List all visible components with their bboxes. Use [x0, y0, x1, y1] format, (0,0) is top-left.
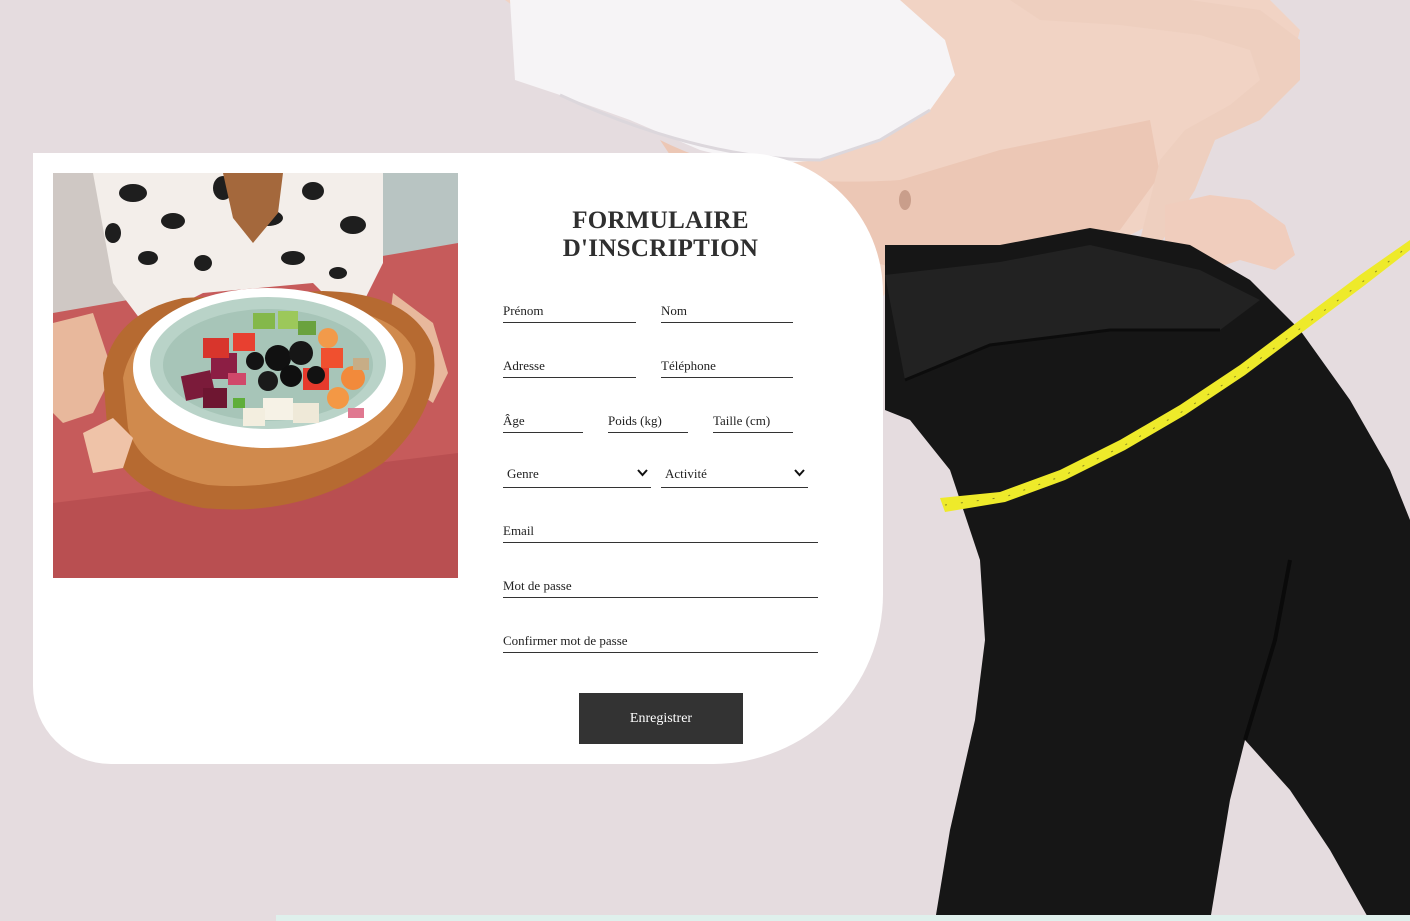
bottom-strip [276, 915, 1410, 921]
salad-bowl-image [53, 173, 458, 578]
register-button[interactable]: Enregistrer [579, 693, 743, 744]
telephone-input[interactable] [661, 354, 793, 377]
confirm-password-field[interactable] [503, 629, 818, 653]
telephone-field[interactable] [661, 354, 793, 378]
registration-form: FORMULAIRE D'INSCRIPTION Genre [503, 153, 833, 764]
prenom-input[interactable] [503, 299, 636, 322]
age-input[interactable] [503, 409, 583, 432]
adresse-field[interactable] [503, 354, 636, 378]
email-field[interactable] [503, 519, 818, 543]
genre-select[interactable]: Genre [503, 462, 651, 488]
password-input[interactable] [503, 574, 818, 597]
taille-input[interactable] [713, 409, 793, 432]
poids-input[interactable] [608, 409, 688, 432]
food-photo [53, 173, 458, 578]
age-field[interactable] [503, 409, 583, 433]
chevron-down-icon [637, 469, 648, 477]
password-field[interactable] [503, 574, 818, 598]
nom-input[interactable] [661, 299, 793, 322]
adresse-input[interactable] [503, 354, 636, 377]
chevron-down-icon [794, 469, 805, 477]
poids-field[interactable] [608, 409, 688, 433]
nom-field[interactable] [661, 299, 793, 323]
prenom-field[interactable] [503, 299, 636, 323]
form-title: FORMULAIRE D'INSCRIPTION [562, 207, 759, 262]
email-input[interactable] [503, 519, 818, 542]
registration-card: FORMULAIRE D'INSCRIPTION Genre [33, 153, 883, 764]
taille-field[interactable] [713, 409, 793, 433]
confirm-password-input[interactable] [503, 629, 818, 652]
activite-select[interactable]: Activité [661, 462, 808, 488]
genre-select-value: Genre [507, 466, 539, 481]
activite-select-value: Activité [665, 466, 707, 481]
